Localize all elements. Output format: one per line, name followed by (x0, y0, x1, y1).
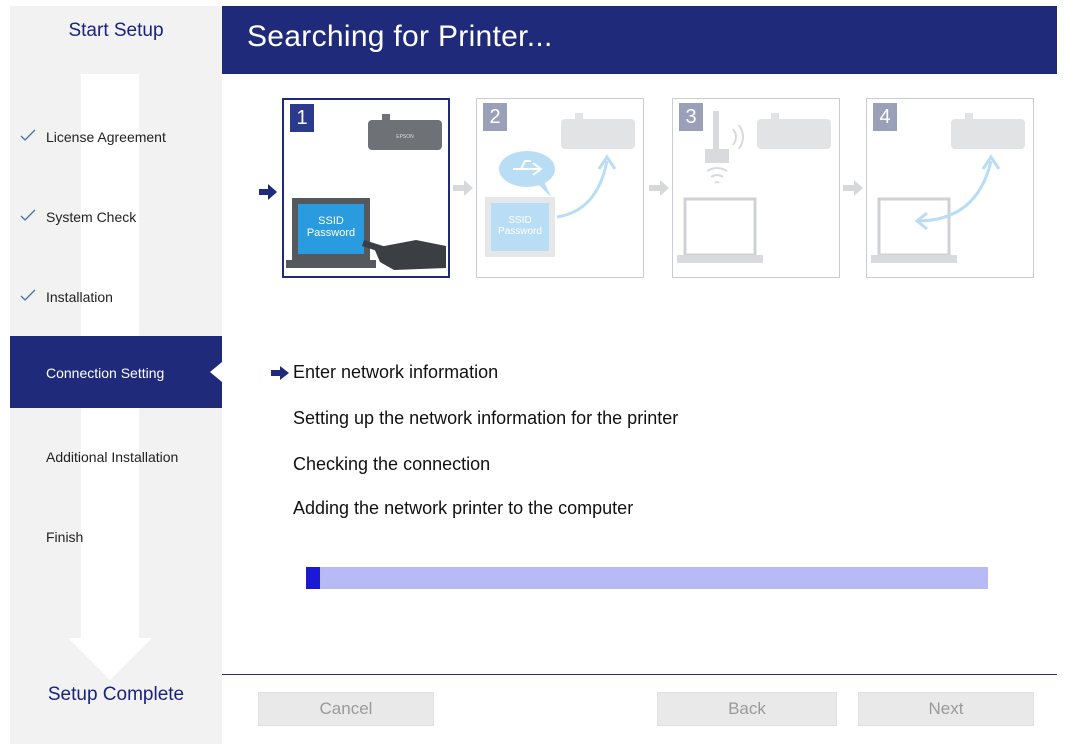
illustration-step-2: SSID Password 2 (476, 98, 644, 278)
task-item: Setting up the network information for t… (293, 408, 679, 428)
step-number-badge: 4 (873, 103, 897, 131)
password-label: Password (307, 227, 355, 239)
sidebar-step-license-agreement: License Agreement (10, 98, 222, 170)
checkmark-icon (20, 289, 36, 301)
ssid-label: SSID (318, 215, 344, 227)
task-item: Adding the network printer to the comput… (293, 498, 634, 518)
sidebar-step-installation: Installation (10, 258, 222, 330)
sidebar-step-finish: Finish (10, 498, 222, 570)
current-task-arrow-icon (271, 366, 289, 380)
sidebar-step-label: System Check (46, 209, 137, 225)
sidebar-step-label: Connection Setting (46, 365, 165, 381)
illustration-step-1: EPSON SSID Password 1 (282, 98, 450, 278)
next-step-arrow-icon (453, 180, 473, 196)
setup-complete-label: Setup Complete (47, 684, 185, 705)
progress-bar-fill (306, 567, 320, 589)
ssid-label: SSID (508, 215, 531, 226)
active-step-notch (210, 362, 222, 382)
task-item-current: Enter network information (293, 362, 499, 382)
step-number-badge: 1 (290, 104, 314, 132)
step-number-badge: 3 (679, 103, 703, 131)
next-step-arrow-icon (843, 180, 863, 196)
checkmark-icon (20, 129, 36, 141)
current-step-arrow-icon (259, 184, 277, 200)
back-button[interactable]: Back (657, 692, 837, 726)
step-number-badge: 2 (483, 103, 507, 131)
page-header: Searching for Printer... (222, 6, 1057, 74)
progress-arrow-head (68, 638, 152, 680)
sidebar-step-label: License Agreement (46, 129, 166, 145)
sidebar-step-connection-setting: Connection Setting (10, 336, 222, 408)
progress-bar (306, 567, 988, 589)
task-item: Checking the connection (293, 454, 491, 474)
printer-brand-label: EPSON (396, 134, 414, 140)
setup-window: Start Setup License Agreement System Che… (0, 0, 1065, 747)
cancel-button[interactable]: Cancel (258, 692, 434, 726)
setup-sidebar: Start Setup License Agreement System Che… (10, 6, 222, 744)
next-step-arrow-icon (649, 180, 669, 196)
password-label: Password (498, 226, 542, 237)
sidebar-step-label: Installation (46, 289, 113, 305)
sidebar-step-additional-installation: Additional Installation (10, 418, 222, 490)
sidebar-step-system-check: System Check (10, 178, 222, 250)
checkmark-icon (20, 209, 36, 221)
sidebar-step-label: Additional Installation (46, 449, 179, 465)
page-title: Searching for Printer... (247, 20, 553, 53)
start-setup-label: Start Setup (68, 20, 164, 41)
footer-divider (222, 674, 1057, 675)
illustration-step-3: 3 (672, 98, 840, 278)
next-button[interactable]: Next (858, 692, 1034, 726)
illustration-step-4: 4 (866, 98, 1034, 278)
sidebar-step-label: Finish (46, 529, 84, 545)
